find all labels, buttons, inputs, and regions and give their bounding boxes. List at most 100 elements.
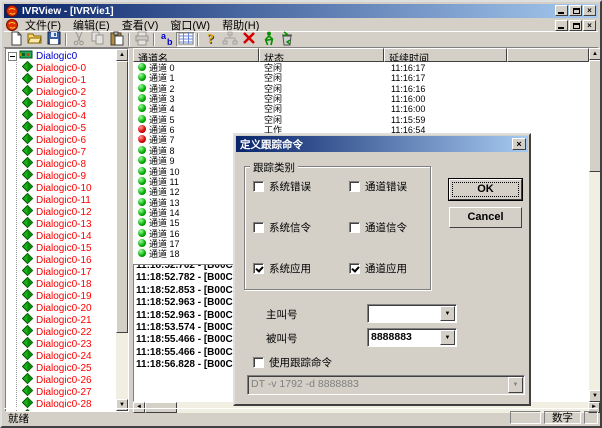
print-button[interactable]	[132, 32, 151, 47]
paste-button[interactable]	[107, 32, 126, 47]
delete-icon	[241, 31, 257, 49]
run-button[interactable]	[258, 32, 277, 47]
use-trace-command-checkbox[interactable]: 使用跟踪命令	[253, 355, 332, 370]
column-header-name[interactable]: 通道名	[133, 48, 259, 62]
tree-item-label: Dialogic0-0	[36, 63, 86, 74]
caller-combo[interactable]: ▼	[367, 304, 457, 323]
channel-name: 通道 10	[149, 167, 180, 178]
tree-scroll-up-icon[interactable]: ▲	[116, 49, 128, 61]
collapse-icon[interactable]	[8, 52, 17, 61]
channel-row[interactable]: 通道 3空闲11:16:00	[133, 94, 589, 105]
tree-root[interactable]: Dialogic0	[8, 50, 77, 62]
list-scroll-up-icon[interactable]: ▲	[589, 48, 601, 60]
channel-state-icon	[138, 187, 146, 195]
dialog-title-bar[interactable]: 定义跟踪命令	[236, 136, 528, 152]
channel-state-icon	[138, 104, 146, 112]
channel-time: 11:16:17	[391, 73, 425, 84]
child-restore-button[interactable]	[569, 20, 582, 31]
checkbox-icon[interactable]	[253, 222, 264, 233]
tree-item-label: Dialogic0-24	[36, 351, 92, 362]
minimize-button[interactable]	[555, 5, 568, 16]
channel-row[interactable]: 通道 4空闲11:16:00	[133, 104, 589, 115]
document-window-icon[interactable]	[6, 19, 19, 31]
checked-trace-checkbox[interactable]: 通道应用	[349, 261, 407, 276]
channel-state-icon	[138, 73, 146, 81]
tree-scroll-thumb[interactable]	[116, 61, 128, 333]
checkbox-icon[interactable]	[349, 222, 360, 233]
callee-combo[interactable]: 8888883 ▼	[367, 328, 457, 347]
tree-item-label: Dialogic0-4	[36, 111, 86, 122]
callee-dropdown-icon[interactable]: ▼	[440, 330, 455, 345]
channel-row[interactable]: 通道 1空闲11:16:17	[133, 73, 589, 84]
dialog-close-icon[interactable]: ×	[512, 138, 526, 150]
channel-row[interactable]: 通道 2空闲11:16:16	[133, 84, 589, 95]
status-bar: 就绪 数字	[4, 408, 598, 424]
delete-button[interactable]	[239, 32, 258, 47]
grid-button[interactable]	[176, 32, 195, 47]
close-button[interactable]: ×	[583, 5, 596, 16]
tree-item-label: Dialogic0-9	[36, 171, 86, 182]
trace-checkbox[interactable]: 系统错误	[253, 179, 311, 194]
channel-ab-icon: ab	[159, 31, 175, 49]
checkbox-icon[interactable]	[253, 357, 264, 368]
channel-state-icon	[138, 167, 146, 175]
tree-item-label: Dialogic0-15	[36, 243, 92, 254]
copy-button[interactable]	[88, 32, 107, 47]
trace-checkbox[interactable]: 通道信令	[349, 220, 407, 235]
trace-checkbox[interactable]: 系统信令	[253, 220, 311, 235]
tree-scrollbar[interactable]: ▲ ▼	[116, 49, 128, 411]
tree-item-label: Dialogic0-21	[36, 315, 92, 326]
save-button[interactable]	[44, 32, 63, 47]
status-panel-2	[584, 411, 598, 424]
column-header-status[interactable]: 状态	[259, 48, 384, 62]
list-scroll-down-icon[interactable]: ▼	[589, 390, 601, 402]
toolbar-separator	[197, 33, 199, 46]
list-vscrollbar[interactable]: ▲ ▼	[589, 48, 601, 402]
help-button[interactable]: ??	[201, 32, 220, 47]
channel-row[interactable]: 通道 5空闲11:15:59	[133, 115, 589, 126]
checked-trace-checkbox[interactable]: 系统应用	[253, 261, 311, 276]
cancel-button[interactable]: Cancel	[449, 207, 522, 228]
child-minimize-button[interactable]	[555, 20, 568, 31]
tree-item-label: Dialogic0-5	[36, 123, 86, 134]
tree-item-label: Dialogic0-20	[36, 303, 92, 314]
channel-state-icon	[138, 156, 146, 164]
toolbar: ab??	[4, 31, 598, 48]
recycle-button[interactable]	[277, 32, 296, 47]
checkbox-icon[interactable]	[349, 263, 360, 274]
channel-row[interactable]: 通道 0空闲11:16:17	[133, 63, 589, 74]
list-vscroll-thumb[interactable]	[589, 60, 601, 172]
ok-button[interactable]: OK	[449, 179, 522, 200]
open-button[interactable]	[25, 32, 44, 47]
checkbox-icon[interactable]	[349, 181, 360, 192]
restore-button[interactable]	[569, 5, 582, 16]
channel-name: 通道 16	[149, 229, 180, 240]
checkbox-icon[interactable]	[253, 263, 264, 274]
network-button[interactable]	[220, 32, 239, 47]
callee-value: 8888883	[371, 331, 412, 343]
column-header-time[interactable]: 延续时间	[384, 48, 507, 62]
tree-item-label: Dialogic0-23	[36, 339, 92, 350]
help-icon: ??	[203, 31, 219, 49]
channel-ab-button[interactable]: ab	[157, 32, 176, 47]
tree-item-label: Dialogic0-26	[36, 375, 92, 386]
checkbox-icon[interactable]	[253, 181, 264, 192]
child-close-button[interactable]: ×	[583, 20, 596, 31]
channel-state-icon	[138, 208, 146, 216]
channel-time: 11:15:59	[391, 115, 425, 126]
channel-name: 通道 18	[149, 249, 180, 260]
tree-item-label: Dialogic0-16	[36, 255, 92, 266]
new-button[interactable]	[6, 32, 25, 47]
grid-icon	[178, 31, 194, 49]
trace-checkbox-label: 系统应用	[269, 261, 311, 276]
channel-state-icon	[138, 115, 146, 123]
trace-command-value: DT -v 1792 -d 8888883	[251, 378, 359, 390]
cut-button[interactable]	[69, 32, 88, 47]
svg-text:?: ?	[207, 32, 214, 46]
trace-checkbox[interactable]: 通道错误	[349, 179, 407, 194]
caller-dropdown-icon[interactable]: ▼	[440, 306, 455, 321]
new-icon	[8, 31, 24, 49]
channel-name: 通道 13	[149, 198, 180, 209]
channel-name: 通道 4	[149, 104, 175, 115]
channel-status: 空闲	[264, 73, 282, 84]
